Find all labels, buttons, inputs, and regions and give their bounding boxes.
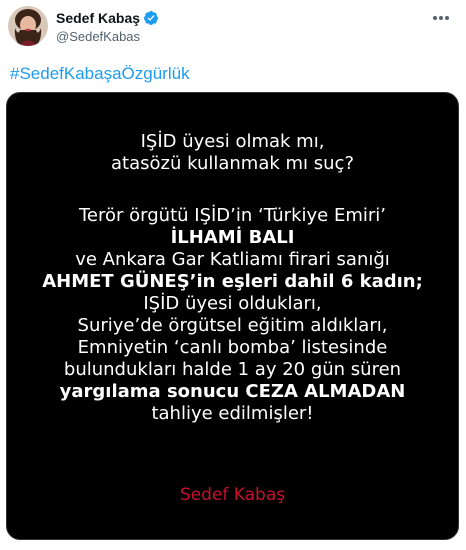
image-line: yargılama sonucu CEZA ALMADAN: [59, 381, 406, 402]
image-signature: Sedef Kabaş: [179, 485, 286, 505]
hashtag-link[interactable]: #SedefKabaşaÖzgürlük: [10, 64, 190, 84]
image-line: Emniyetin ‘canlı bomba’ listesinde: [77, 337, 388, 358]
image-line: IŞİD üyesi olmak mı,: [140, 131, 325, 152]
display-name-row: Sedef Kabaş: [56, 9, 159, 27]
author-block[interactable]: Sedef Kabaş @SedefKabas: [56, 9, 159, 44]
display-name[interactable]: Sedef Kabaş: [56, 10, 140, 26]
image-line: Suriye’de örgütsel eğitim aldıkları,: [77, 315, 388, 336]
image-line: AHMET GÜNEŞ’in eşleri dahil 6 kadın;: [42, 271, 423, 292]
image-text-block: Terör örgütü IŞİD’in ‘Türkiye Emiri’ İLH…: [7, 205, 458, 425]
tweet-card: Sedef Kabaş @SedefKabas #SedefKabaşaÖzgü…: [0, 0, 466, 550]
more-options-icon[interactable]: [428, 8, 454, 28]
verified-badge-icon: [143, 10, 159, 26]
image-text-block: IŞİD üyesi olmak mı, atasözü kullanmak m…: [7, 131, 458, 175]
image-line: IŞİD üyesi oldukları,: [143, 293, 322, 314]
image-line: bulundukları halde 1 ay 20 gün süren: [63, 359, 402, 380]
avatar[interactable]: [8, 6, 48, 46]
image-line: Terör örgütü IŞİD’in ‘Türkiye Emiri’: [79, 205, 386, 226]
user-handle[interactable]: @SedefKabas: [56, 29, 159, 44]
image-line: İLHAMİ BALI: [170, 227, 295, 248]
image-line: tahliye edilmişler!: [151, 403, 314, 424]
tweet-header: Sedef Kabaş @SedefKabas: [8, 6, 458, 50]
tweet-image[interactable]: IŞİD üyesi olmak mı, atasözü kullanmak m…: [6, 92, 459, 540]
image-line: atasözü kullanmak mı suç?: [110, 153, 354, 174]
image-line: ve Ankara Gar Katliamı firari sanığı: [75, 249, 390, 270]
